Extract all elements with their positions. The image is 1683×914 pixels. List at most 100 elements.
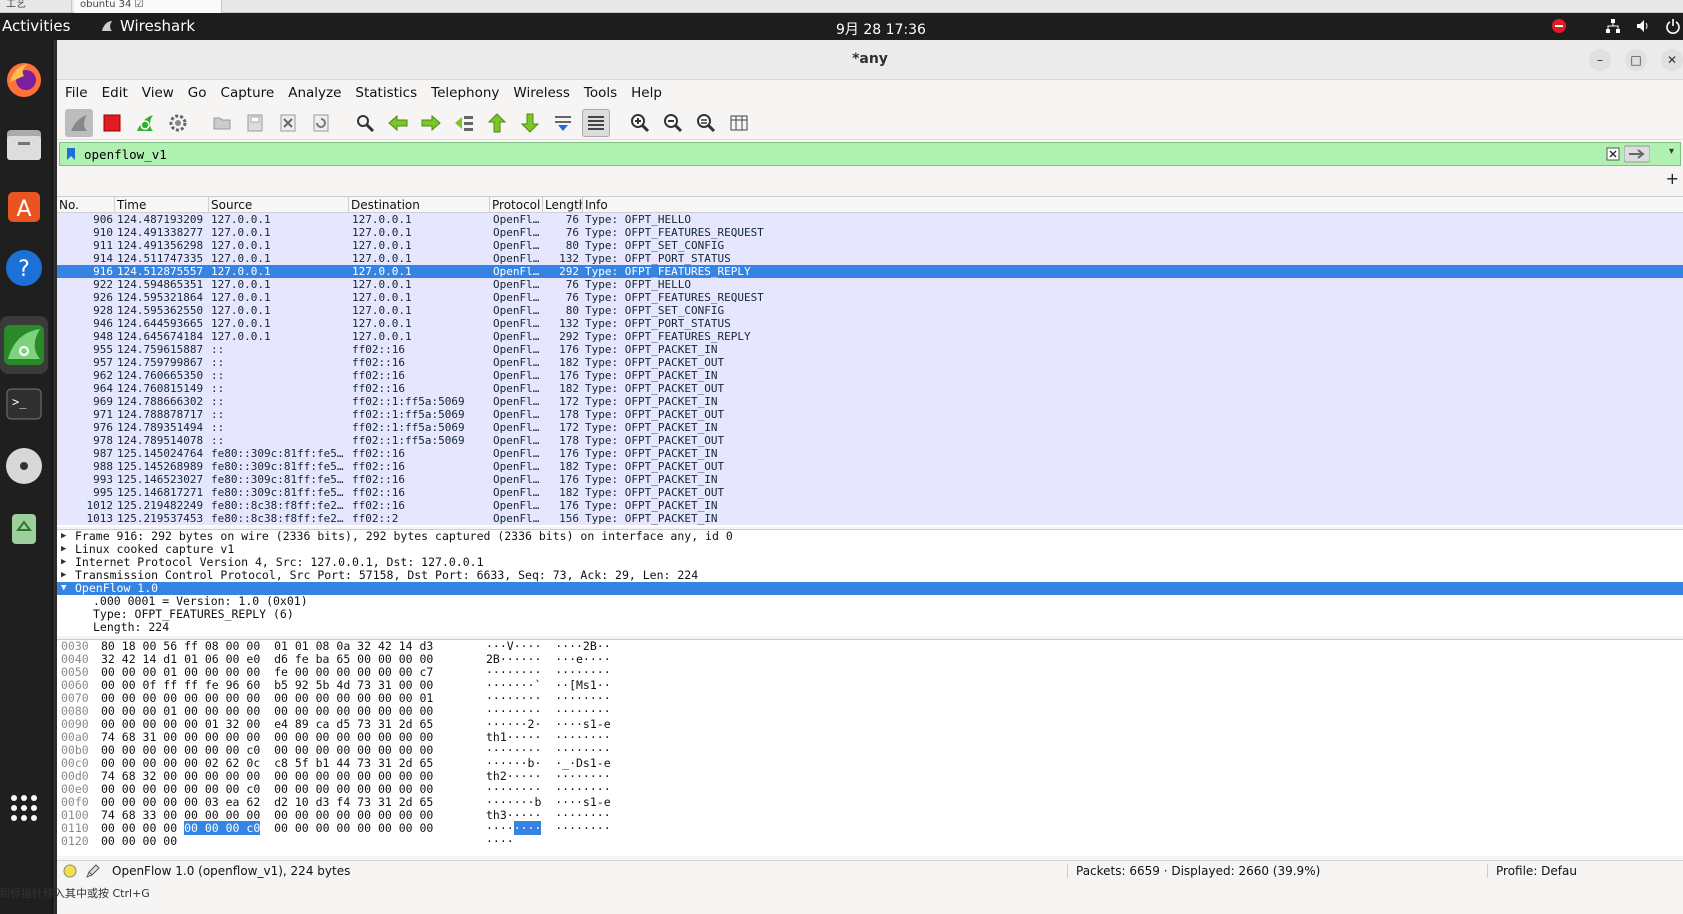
byte-row[interactable]: 0110 00 00 00 00 00 00 00 c0 00 00 00 00 … xyxy=(57,821,1683,835)
packet-row[interactable]: 946 124.644593665 127.0.0.1 127.0.0.1 OpenFl… xyxy=(57,317,1683,330)
profile-selector[interactable]: Profile: Defau xyxy=(1487,864,1577,878)
go-forward-button[interactable] xyxy=(417,109,445,137)
last-packet-button[interactable] xyxy=(516,109,544,137)
first-packet-button[interactable] xyxy=(483,109,511,137)
dock-files[interactable] xyxy=(2,122,46,166)
menu-statistics[interactable]: Statistics xyxy=(355,85,417,101)
menu-wireless[interactable]: Wireless xyxy=(513,85,570,101)
find-packet-button[interactable] xyxy=(351,109,379,137)
packet-row[interactable]: 987 125.145024764 fe80::309c:81ff:fe5… ff02… xyxy=(57,447,1683,460)
packet-row[interactable]: 922 124.594865351 127.0.0.1 127.0.0.1 OpenFl… xyxy=(57,278,1683,291)
dock-software[interactable]: A xyxy=(2,184,46,228)
browser-tab[interactable]: 工艺 xyxy=(0,0,72,13)
column-destination[interactable]: Destination xyxy=(349,197,490,212)
filter-history-dropdown[interactable]: ▾ xyxy=(1669,146,1674,157)
do-not-disturb-icon[interactable] xyxy=(1551,18,1567,34)
dock-help[interactable]: ? xyxy=(2,246,46,290)
menu-view[interactable]: View xyxy=(142,85,174,101)
packet-row[interactable]: 988 125.145268989 fe80::309c:81ff:fe5… ff02… xyxy=(57,460,1683,473)
colorize-button[interactable] xyxy=(582,108,610,137)
packet-row[interactable]: 1013 125.219537453 fe80::8c38:f8ff:fe2… ff0… xyxy=(57,512,1683,525)
packet-row[interactable]: 1012 125.219482249 fe80::8c38:f8ff:fe2… ff0… xyxy=(57,499,1683,512)
packet-row[interactable]: 928 124.595362550 127.0.0.1 127.0.0.1 OpenFl… xyxy=(57,304,1683,317)
detail-field[interactable]: Type: OFPT_FEATURES_REPLY (6) xyxy=(57,608,1683,621)
volume-icon[interactable] xyxy=(1635,18,1651,34)
resize-columns-button[interactable] xyxy=(725,109,753,137)
packet-row[interactable]: 978 124.789514078:: ff02::1:ff5a:5069 OpenF… xyxy=(57,434,1683,447)
go-to-packet-button[interactable] xyxy=(450,109,478,137)
browser-tab-active[interactable]: obuntu 34 ☑ xyxy=(74,0,222,13)
restart-capture-button[interactable] xyxy=(131,109,159,137)
dock-disc[interactable] xyxy=(2,444,46,488)
minimize-button[interactable]: – xyxy=(1589,49,1611,71)
column-source[interactable]: Source xyxy=(209,197,349,212)
dock-terminal[interactable]: >_ xyxy=(2,382,46,426)
collapsed-arrow-icon[interactable]: ▶ xyxy=(61,543,75,556)
collapsed-arrow-icon[interactable]: ▶ xyxy=(61,556,75,569)
app-menu[interactable]: Wireshark xyxy=(100,17,195,35)
normal-size-button[interactable] xyxy=(692,109,720,137)
close-file-button[interactable] xyxy=(274,109,302,137)
packet-row[interactable]: 914 124.511747335 127.0.0.1 127.0.0.1 OpenFl… xyxy=(57,252,1683,265)
start-capture-button[interactable] xyxy=(65,108,93,137)
power-icon[interactable] xyxy=(1665,18,1681,34)
title-bar[interactable]: *any – □ ✕ xyxy=(57,40,1683,80)
packet-row[interactable]: 962 124.760665350:: ff02::16 OpenFl… 176 Type… xyxy=(57,369,1683,382)
close-button[interactable]: ✕ xyxy=(1661,49,1683,71)
dock-firefox[interactable] xyxy=(2,58,46,102)
autoscroll-button[interactable] xyxy=(549,109,577,137)
filter-bookmark-button[interactable] xyxy=(62,145,80,163)
menu-file[interactable]: File xyxy=(65,85,88,101)
packet-row[interactable]: 993 125.146523027 fe80::309c:81ff:fe5… ff02… xyxy=(57,473,1683,486)
column-info[interactable]: Info xyxy=(583,197,1683,212)
system-tray[interactable] xyxy=(1551,18,1683,34)
menu-edit[interactable]: Edit xyxy=(102,85,128,101)
packet-row[interactable]: 911 124.491356298 127.0.0.1 127.0.0.1 OpenFl… xyxy=(57,239,1683,252)
network-icon[interactable] xyxy=(1605,18,1621,34)
menu-help[interactable]: Help xyxy=(631,85,662,101)
packet-row[interactable]: 955 124.759615887:: ff02::16 OpenFl… 176 Type… xyxy=(57,343,1683,356)
menu-go[interactable]: Go xyxy=(188,85,207,101)
packet-row[interactable]: 910 124.491338277 127.0.0.1 127.0.0.1 OpenFl… xyxy=(57,226,1683,239)
activities-button[interactable]: Activities xyxy=(2,17,70,35)
reload-file-button[interactable] xyxy=(307,109,335,137)
packet-row[interactable]: 969 124.788666302:: ff02::1:ff5a:5069 OpenF… xyxy=(57,395,1683,408)
byte-row[interactable]: 0120 00 00 00 00 ···· xyxy=(57,835,1683,848)
detail-field[interactable]: .000 0001 = Version: 1.0 (0x01) xyxy=(57,595,1683,608)
packet-row[interactable]: 995 125.146817271 fe80::309c:81ff:fe5… ff02… xyxy=(57,486,1683,499)
expanded-arrow-icon[interactable]: ▼ xyxy=(61,582,75,595)
packet-row[interactable]: 964 124.760815149:: ff02::16 OpenFl… 182 Type… xyxy=(57,382,1683,395)
packet-row[interactable]: 906 124.487193209 127.0.0.1 127.0.0.1 OpenFl… xyxy=(57,213,1683,226)
stop-capture-button[interactable] xyxy=(98,109,126,137)
collapsed-arrow-icon[interactable]: ▶ xyxy=(61,530,75,543)
maximize-button[interactable]: □ xyxy=(1625,49,1647,71)
capture-options-button[interactable] xyxy=(164,109,192,137)
add-filter-button[interactable]: + xyxy=(1666,169,1679,188)
column-length[interactable]: Length xyxy=(543,197,583,212)
apply-filter-button[interactable] xyxy=(1623,145,1651,163)
packet-row[interactable]: 916 124.512875557 127.0.0.1 127.0.0.1 OpenFl… xyxy=(57,265,1683,278)
packet-row[interactable]: 957 124.759799867:: ff02::16 OpenFl… 182 Type… xyxy=(57,356,1683,369)
save-file-button[interactable] xyxy=(241,109,269,137)
edit-comment-icon[interactable] xyxy=(85,863,101,879)
packet-row[interactable]: 976 124.789351494:: ff02::1:ff5a:5069 OpenF… xyxy=(57,421,1683,434)
menu-tools[interactable]: Tools xyxy=(584,85,617,101)
clear-filter-button[interactable] xyxy=(1606,146,1620,165)
packet-row[interactable]: 971 124.788878717:: ff02::1:ff5a:5069 OpenF… xyxy=(57,408,1683,421)
detail-tree-item[interactable]: ▶ Transmission Control Protocol, Src Port… xyxy=(57,569,1683,582)
detail-field[interactable]: Length: 224 xyxy=(57,621,1683,634)
go-back-button[interactable] xyxy=(384,109,412,137)
packet-row[interactable]: 926 124.595321864 127.0.0.1 127.0.0.1 OpenFl… xyxy=(57,291,1683,304)
dock-wireshark[interactable] xyxy=(0,316,48,374)
display-filter-input[interactable] xyxy=(84,146,1484,162)
menu-capture[interactable]: Capture xyxy=(221,85,275,101)
column-protocol[interactable]: Protocol xyxy=(490,197,543,212)
clock[interactable]: 9月 28 17:36 xyxy=(836,19,926,39)
menu-telephony[interactable]: Telephony xyxy=(431,85,499,101)
zoom-out-button[interactable] xyxy=(659,109,687,137)
menu-analyze[interactable]: Analyze xyxy=(288,85,341,101)
expert-info-icon[interactable] xyxy=(63,864,77,878)
collapsed-arrow-icon[interactable]: ▶ xyxy=(61,569,75,582)
open-file-button[interactable] xyxy=(208,109,236,137)
dock-show-apps[interactable] xyxy=(2,786,46,830)
